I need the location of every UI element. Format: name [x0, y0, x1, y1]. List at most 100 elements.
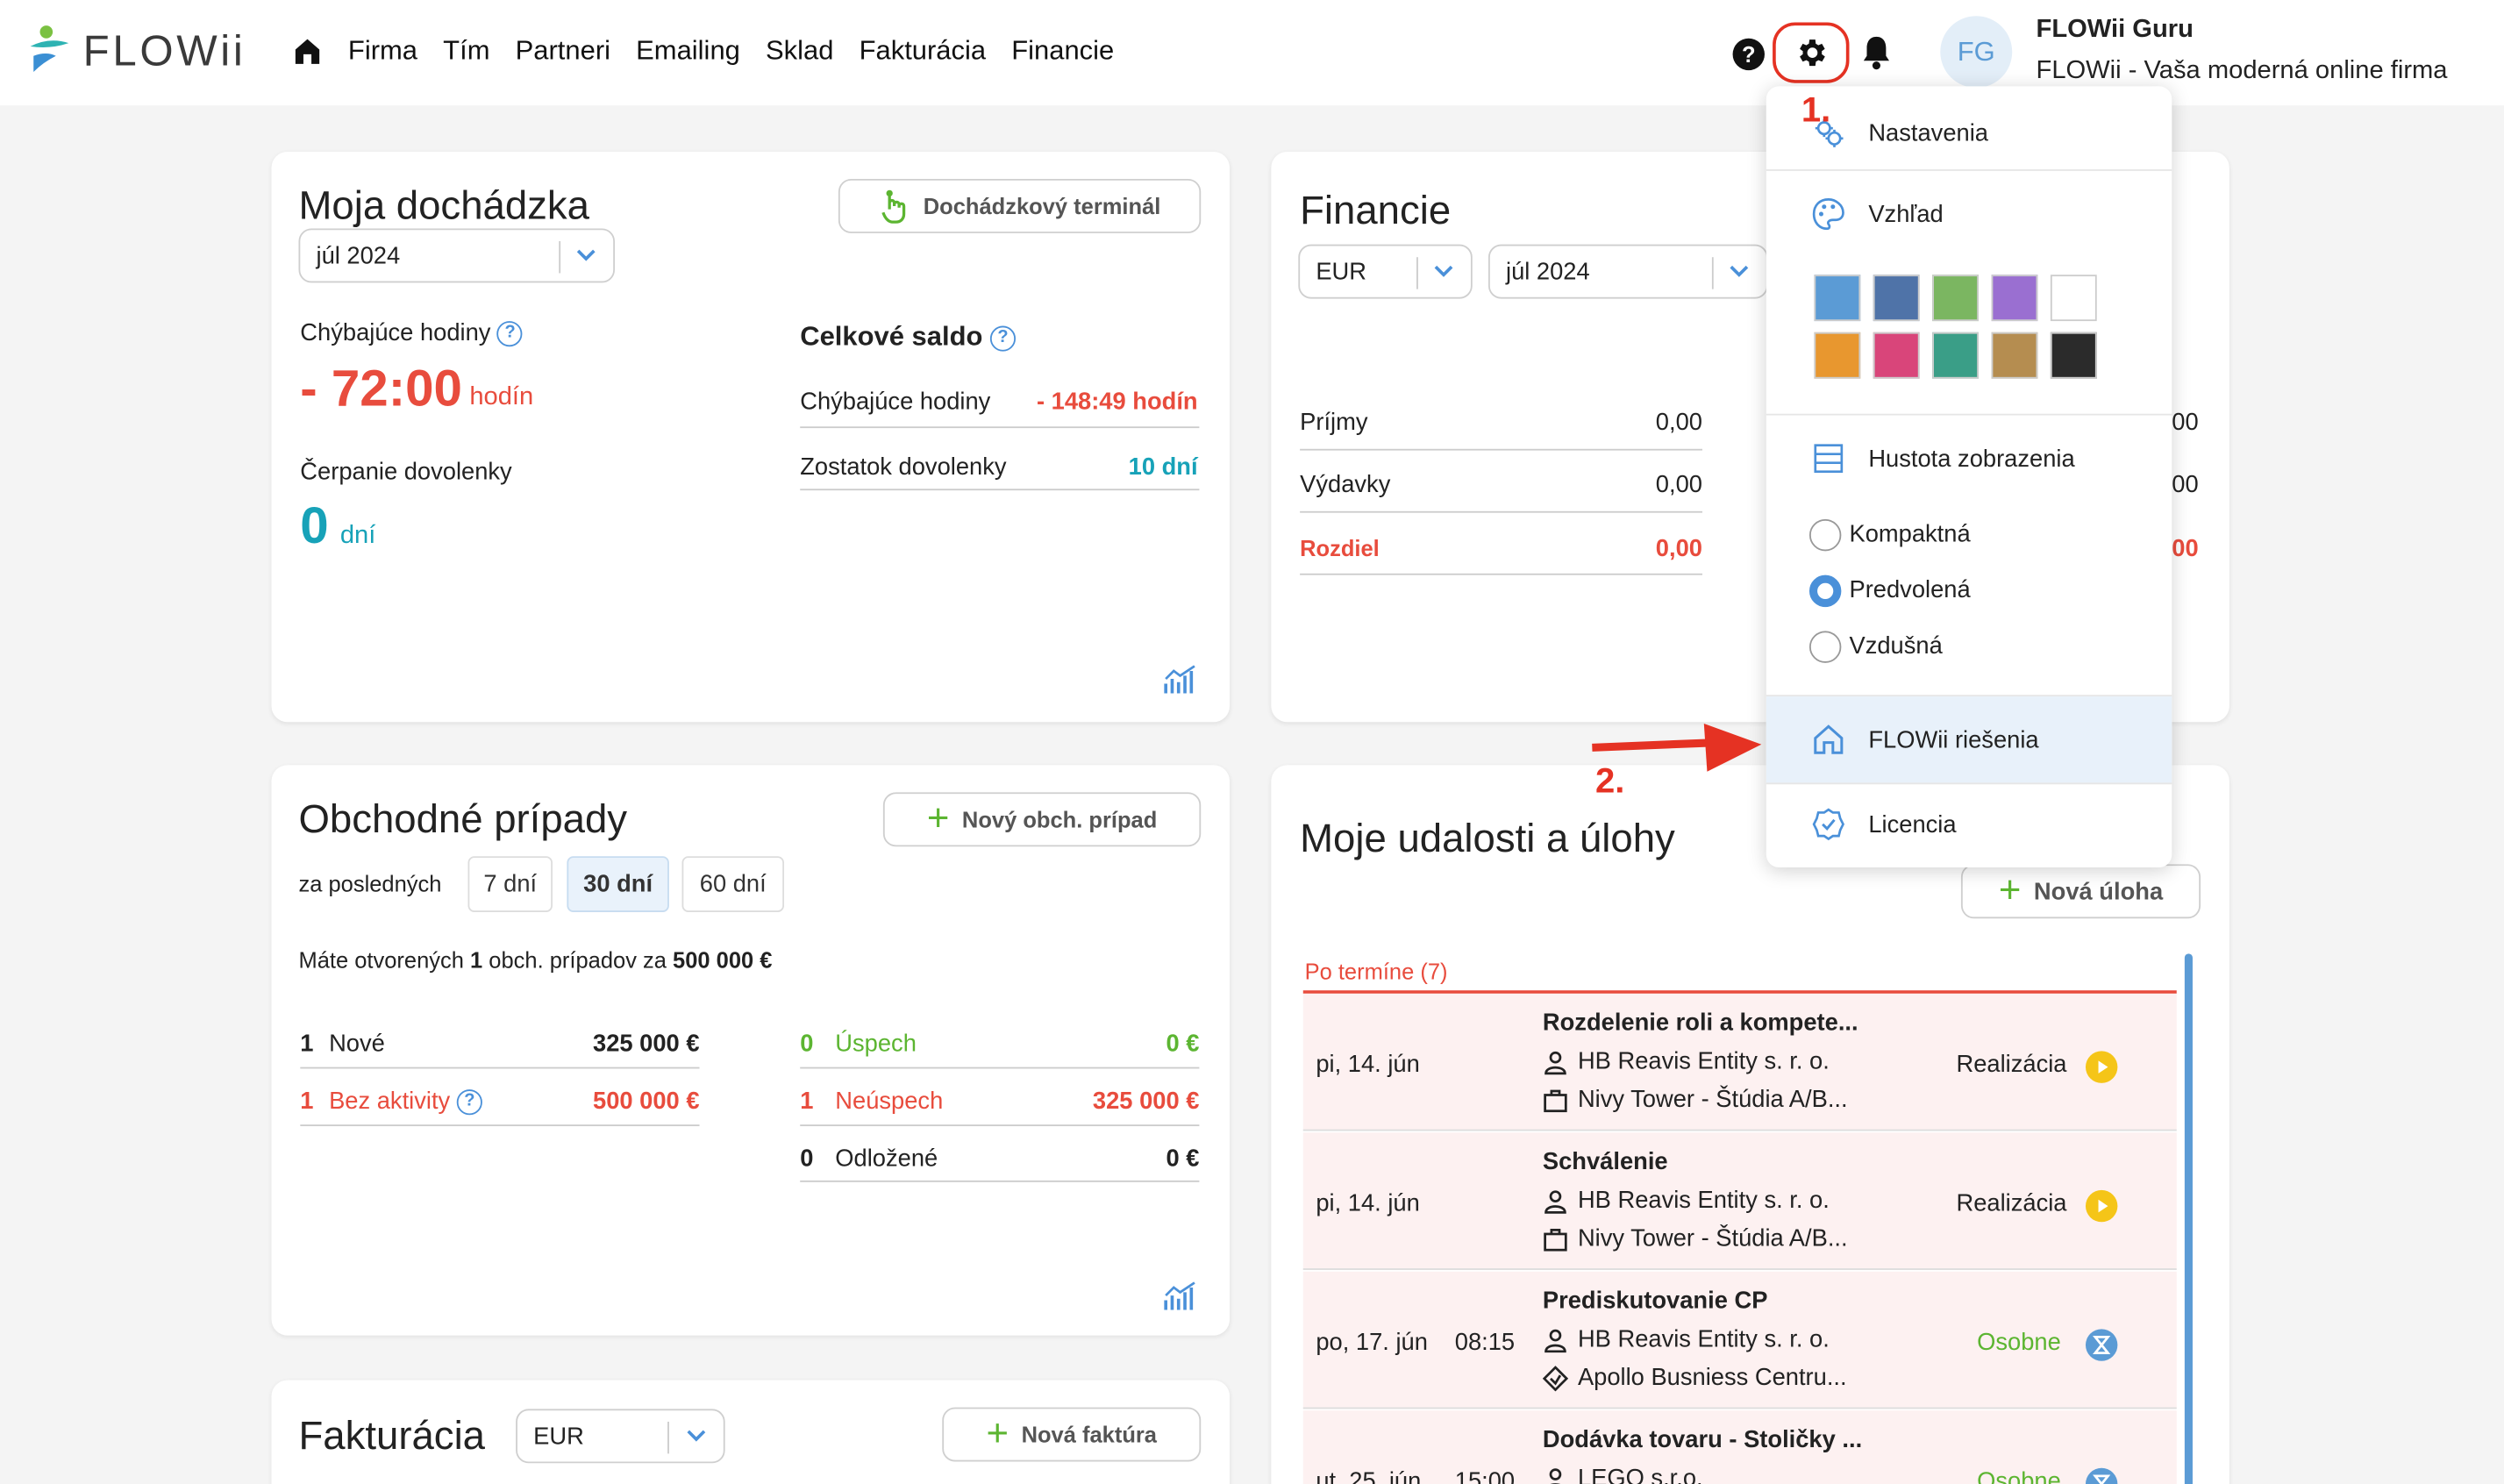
density-radio-airy[interactable]: [1808, 631, 1842, 663]
new-task-button[interactable]: + Nová úloha: [1960, 864, 2201, 919]
menu-item-solutions[interactable]: FLOWii riešenia: [1766, 696, 2172, 783]
event-row[interactable]: po, 17. jún 08:15 Prediskutovanie CP HB …: [1302, 1271, 2177, 1409]
summary-mid: obch. prípadov za: [489, 947, 667, 974]
density-radio-default[interactable]: [1808, 574, 1842, 608]
nav-item-fakturacia[interactable]: Fakturácia: [860, 35, 987, 67]
color-swatch-teal[interactable]: [1932, 332, 1979, 379]
nav-item-tim[interactable]: Tím: [443, 35, 489, 67]
new-deal-button[interactable]: + Nový obch. prípad: [882, 792, 1202, 847]
event-project-text: Nivy Tower - Štúdia A/B...: [1577, 1086, 1848, 1114]
help-icon[interactable]: ?: [1732, 38, 1765, 71]
briefcase-icon: [1544, 1088, 1567, 1112]
deal-inactive-text: Bez aktivity: [329, 1088, 451, 1116]
menu-appearance-label: Vzhľad: [1868, 200, 1944, 228]
density-radio-compact[interactable]: [1808, 518, 1842, 552]
palette-icon: [1812, 198, 1844, 231]
home-icon[interactable]: [292, 37, 323, 66]
period-60-button[interactable]: 60 dní: [681, 856, 785, 912]
color-swatch-pink[interactable]: [1873, 332, 1920, 379]
attendance-month-select[interactable]: júl 2024: [298, 228, 616, 283]
summary-pre: Máte otvorených: [298, 947, 464, 974]
missing-hours-value: - 72:00: [300, 359, 462, 417]
person-icon: [1548, 1467, 1563, 1484]
menu-item-density[interactable]: Hustota zobrazenia: [1766, 425, 2172, 491]
divider: [300, 1124, 700, 1127]
event-project-text: Apollo Busniess Centru...: [1577, 1364, 1847, 1392]
help-circle-icon[interactable]: ?: [456, 1089, 482, 1116]
nav-item-financie[interactable]: Financie: [1011, 35, 1114, 67]
chevron-down-icon: [1730, 265, 1749, 277]
event-company-text: HB Reavis Entity s. r. o.: [1577, 1325, 1830, 1353]
settings-button[interactable]: [1773, 22, 1850, 83]
event-row[interactable]: pi, 14. jún Rozdelenie roli a kompete...…: [1302, 993, 2177, 1131]
deal-success-label[interactable]: Úspech: [835, 1031, 917, 1058]
flowii-logo[interactable]: FLOWii: [27, 24, 246, 78]
menu-item-appearance[interactable]: Vzhľad: [1766, 181, 2172, 247]
select-divider: [667, 1421, 669, 1454]
person-icon: [1544, 1050, 1566, 1074]
deal-postponed-count: 0: [800, 1145, 814, 1173]
deal-new-label[interactable]: Nové: [329, 1031, 385, 1058]
finance-currency-select[interactable]: EUR: [1298, 244, 1473, 299]
nav-item-partneri[interactable]: Partneri: [516, 35, 610, 67]
chart-icon[interactable]: [1163, 1280, 1198, 1311]
color-swatch-white[interactable]: [2050, 275, 2097, 322]
deal-success-amount: 0 €: [1166, 1030, 1200, 1058]
color-swatch-purple[interactable]: [1991, 275, 2038, 322]
color-swatch-black[interactable]: [2050, 332, 2097, 379]
app-window: FLOWii Firma Tím Partneri Emailing Sklad…: [0, 0, 2504, 1484]
help-circle-icon[interactable]: ?: [497, 321, 524, 347]
menu-solutions-label: FLOWii riešenia: [1868, 725, 2039, 753]
menu-item-license[interactable]: Licencia: [1766, 789, 2172, 860]
color-swatch-orange[interactable]: [1814, 332, 1861, 379]
event-status: Osobne: [1977, 1329, 2061, 1357]
invoicing-currency-select[interactable]: EUR: [516, 1409, 725, 1464]
overdue-divider: [1302, 990, 2177, 993]
help-circle-icon[interactable]: ?: [990, 325, 1017, 351]
chart-icon[interactable]: [1163, 663, 1198, 695]
new-invoice-button[interactable]: + Nová faktúra: [942, 1407, 1202, 1462]
new-task-label: Nová úloha: [2033, 877, 2164, 905]
avatar[interactable]: FG: [1940, 16, 2013, 89]
event-status: Realizácia: [1956, 1189, 2067, 1217]
density-default-label[interactable]: Predvolená: [1849, 576, 1970, 603]
event-date: ut, 25. jún: [1316, 1467, 1422, 1484]
attendance-terminal-button[interactable]: Dochádzkový terminál: [838, 178, 1202, 233]
period-label: za posledných: [298, 870, 442, 896]
period-7-button[interactable]: 7 dní: [467, 856, 553, 912]
deal-fail-label[interactable]: Neúspech: [835, 1088, 943, 1115]
deal-postponed-label[interactable]: Odložené: [835, 1145, 938, 1173]
nav-item-firma[interactable]: Firma: [348, 35, 417, 67]
divider: [1300, 510, 1702, 513]
summary-count: 1: [470, 947, 483, 974]
divider: [1300, 448, 1702, 451]
event-row[interactable]: pi, 14. jún Schválenie HB Reavis Entity …: [1302, 1132, 2177, 1270]
events-scrollbar[interactable]: [2184, 953, 2193, 1484]
chevron-down-icon: [576, 249, 596, 261]
period-30-button[interactable]: 30 dní: [567, 856, 669, 912]
event-status: Osobne: [1977, 1467, 2061, 1484]
event-row[interactable]: ut, 25. jún 15:00 Dodávka tovaru - Stoli…: [1302, 1410, 2177, 1484]
play-icon: [2085, 1051, 2118, 1083]
bell-icon[interactable]: [1860, 35, 1892, 70]
vacation-value: 0: [300, 496, 329, 554]
finance-month-select[interactable]: júl 2024: [1487, 244, 1768, 299]
nav-item-sklad[interactable]: Sklad: [766, 35, 833, 67]
finance-currency-value: EUR: [1316, 259, 1367, 287]
deal-inactive-label[interactable]: Bez aktivity ?: [329, 1088, 482, 1116]
event-status: Realizácia: [1956, 1051, 2067, 1079]
event-company: HB Reavis Entity s. r. o.: [1543, 1326, 1830, 1353]
event-time: 15:00: [1454, 1467, 1516, 1484]
density-airy-label[interactable]: Vzdušná: [1849, 632, 1942, 660]
main-nav: Firma Tím Partneri Emailing Sklad Faktur…: [292, 35, 1114, 67]
deal-new-count: 1: [300, 1030, 314, 1058]
density-compact-label[interactable]: Kompaktná: [1849, 521, 1970, 548]
missing-hours-unit: hodín: [469, 383, 534, 411]
plus-icon: +: [926, 796, 950, 841]
color-swatch-navy[interactable]: [1873, 275, 1920, 322]
nav-item-emailing[interactable]: Emailing: [636, 35, 740, 67]
color-swatch-brown[interactable]: [1991, 332, 2038, 379]
deal-fail-amount: 325 000 €: [1092, 1088, 1200, 1116]
color-swatch-blue[interactable]: [1814, 275, 1861, 322]
color-swatch-green[interactable]: [1932, 275, 1979, 322]
